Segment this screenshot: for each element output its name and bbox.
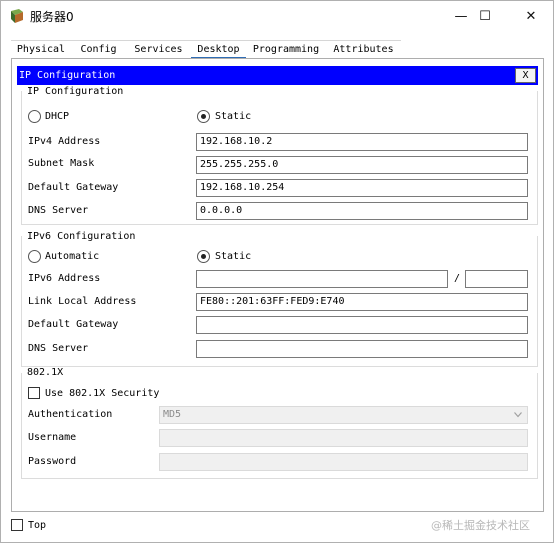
ipv4-section-label: IP Configuration [27, 86, 124, 97]
ipv6-static-label: Static [215, 251, 252, 262]
password-input[interactable] [159, 453, 528, 471]
window-title: 服务器0 [30, 10, 74, 24]
ipv6-automatic-label: Automatic [45, 251, 100, 262]
dhcp-radio[interactable] [28, 110, 41, 123]
ipv6-dns-label: DNS Server [28, 343, 89, 354]
tab-services[interactable]: Services [126, 40, 191, 59]
ipv6-address-input[interactable] [196, 270, 448, 288]
link-local-input[interactable]: FE80::201:63FF:FED9:E740 [196, 293, 528, 311]
tab-physical[interactable]: Physical [11, 40, 71, 59]
tab-config[interactable]: Config [71, 40, 126, 59]
tab-desktop[interactable]: Desktop [191, 40, 246, 59]
top-checkbox[interactable] [11, 519, 23, 531]
ipv6-address-label: IPv6 Address [28, 273, 101, 284]
authentication-select[interactable]: MD5 [159, 406, 528, 424]
close-button[interactable]: ✕ [508, 1, 554, 32]
close-icon: ✕ [525, 9, 537, 24]
ipv6-section-label: IPv6 Configuration [27, 231, 136, 242]
dhcp-label: DHCP [45, 111, 70, 122]
ipv6-automatic-radio[interactable] [28, 250, 41, 263]
server-window: 服务器0 — ☐ ✕ Physical Config Services Desk… [0, 0, 554, 543]
use-8021x-checkbox[interactable] [28, 387, 40, 399]
chevron-down-icon [514, 412, 522, 418]
ip-configuration-header: IP Configuration [17, 66, 538, 85]
maximize-icon: ☐ [479, 9, 491, 24]
tab-attributes[interactable]: Attributes [326, 40, 401, 59]
top-label: Top [28, 520, 47, 531]
authentication-value: MD5 [163, 409, 182, 420]
ip-configuration-close-button[interactable]: X [515, 68, 536, 83]
watermark-text: @稀土掘金技术社区 [431, 519, 530, 532]
ipv4-static-label: Static [215, 111, 252, 122]
ipv6-prefix-input[interactable] [465, 270, 528, 288]
ipv6-gateway-label: Default Gateway [28, 319, 119, 330]
ipv4-gateway-label: Default Gateway [28, 182, 119, 193]
username-label: Username [28, 432, 77, 443]
ipv6-gateway-input[interactable] [196, 316, 528, 334]
ipv4-dns-input[interactable]: 0.0.0.0 [196, 202, 528, 220]
ipv4-address-input[interactable]: 192.168.10.2 [196, 133, 528, 151]
password-label: Password [28, 456, 77, 467]
ipv4-static-radio[interactable] [197, 110, 210, 123]
username-input[interactable] [159, 429, 528, 447]
authentication-label: Authentication [28, 409, 113, 420]
maximize-button[interactable]: ☐ [462, 1, 508, 32]
link-local-label: Link Local Address [28, 296, 137, 307]
tab-bar: Physical Config Services Desktop Program… [11, 40, 401, 59]
subnet-mask-input[interactable]: 255.255.255.0 [196, 156, 528, 174]
tab-programming[interactable]: Programming [246, 40, 326, 59]
dot1x-section-label: 802.1X [27, 367, 64, 378]
prefix-separator: / [454, 273, 461, 284]
ipv6-dns-input[interactable] [196, 340, 528, 358]
server-app-icon [11, 9, 23, 23]
ipv4-gateway-input[interactable]: 192.168.10.254 [196, 179, 528, 197]
ipv4-dns-label: DNS Server [28, 205, 89, 216]
title-bar: 服务器0 — ☐ ✕ [1, 1, 553, 32]
subnet-mask-label: Subnet Mask [28, 158, 95, 169]
ipv4-address-label: IPv4 Address [28, 136, 101, 147]
use-8021x-label: Use 802.1X Security [45, 388, 160, 399]
ipv6-static-radio[interactable] [197, 250, 210, 263]
